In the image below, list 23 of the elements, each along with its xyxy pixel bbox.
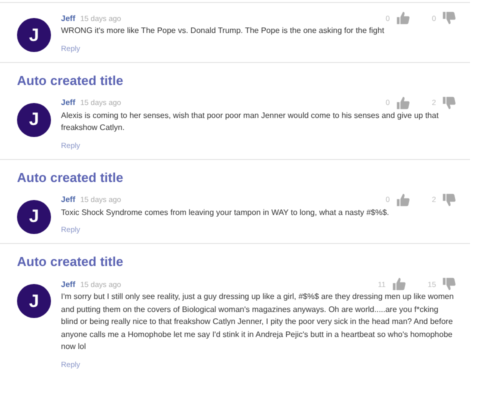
section-title: Auto created title <box>16 253 124 269</box>
thumbs-down-icon[interactable] <box>442 192 456 206</box>
avatar: J <box>17 200 51 234</box>
section-title: Auto created title <box>16 168 124 184</box>
thumbs-down-icon[interactable] <box>442 11 456 25</box>
thumbs-down-icon[interactable] <box>442 277 456 291</box>
author-name[interactable]: Jeff <box>61 280 76 288</box>
author-name[interactable]: Jeff <box>61 98 76 107</box>
thumbs-up-icon[interactable] <box>396 11 410 25</box>
comment-text: I'm sorry but I still only see reality, just a guy dressing up like a girl, #$%$ are they dressing men up like women and putting them on the covers of Biological woman's magazines anyways. Oh are world.....are you f*cking blind or being really nice to that freakshow Catlyn Jenner, I pity the poor very sick in the head man? And before anyone calls me a Homophobe let me say I'd stink it in Andreja Pejic's butt in a heartbeat so who's homophobe now lol <box>61 291 455 353</box>
avatar: J <box>17 18 51 52</box>
thumbs-up-icon[interactable] <box>396 192 410 206</box>
comment-text: Toxic Shock Syndrome comes from leaving your tampon in WAY to long, what a nasty #$%$. <box>61 206 390 219</box>
avatar: J <box>17 284 51 318</box>
thumbs-up-icon[interactable] <box>392 277 406 291</box>
section-title: Auto created title <box>16 72 124 88</box>
thumbs-up-icon[interactable] <box>396 96 410 110</box>
author-name[interactable]: Jeff <box>61 14 76 22</box>
comment-text: WRONG it's more like The Pope vs. Donald Trump. The Pope is the one asking for the fight <box>61 25 386 37</box>
thumbs-down-icon[interactable] <box>442 96 456 110</box>
comment-text: Alexis is coming to her senses, wish that poor poor man Jenner would come to his senses and give up that freakshow Catlyn. <box>61 110 440 134</box>
author-name[interactable]: Jeff <box>61 195 76 204</box>
avatar: J <box>17 102 51 136</box>
